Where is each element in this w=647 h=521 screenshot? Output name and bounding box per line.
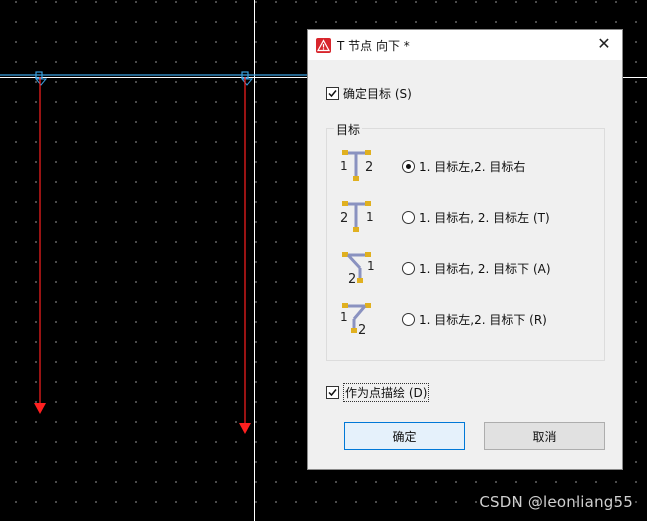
warning-app-icon — [316, 37, 331, 53]
radio-button[interactable] — [402, 210, 415, 224]
checkbox-box[interactable] — [326, 386, 339, 399]
target-option-3[interactable]: 1 2 1. 目标右, 2. 目标下 (A) — [338, 250, 551, 286]
option-label: 1. 目标左,2. 目标右 — [419, 159, 526, 174]
dialog-titlebar[interactable]: T 节点 向下 * ✕ — [308, 30, 622, 60]
svg-text:1: 1 — [340, 310, 348, 324]
checkbox-box[interactable] — [326, 87, 339, 100]
radio-button[interactable] — [402, 261, 415, 275]
draw-as-point-label: 作为点描绘 (D) — [343, 383, 430, 402]
dialog-title: T 节点 向下 * — [337, 38, 410, 53]
close-icon[interactable]: ✕ — [596, 36, 612, 52]
cancel-button[interactable]: 取消 — [484, 422, 605, 450]
svg-text:1: 1 — [340, 159, 348, 173]
junction-left-icon — [34, 78, 48, 86]
t-junction-left-right-icon: 1 2 — [340, 150, 373, 181]
svg-text:1: 1 — [366, 210, 374, 224]
draw-as-point-checkbox[interactable]: 作为点描绘 (D) — [326, 383, 430, 402]
confirm-target-checkbox[interactable]: 确定目标 (S) — [326, 85, 412, 102]
target-group-title: 目标 — [334, 121, 363, 138]
t-junction-right-left-icon: 2 1 — [340, 201, 374, 232]
option-label: 1. 目标右, 2. 目标左 (T) — [419, 210, 550, 225]
svg-text:2: 2 — [358, 323, 366, 337]
radio-button[interactable] — [402, 159, 415, 173]
junction-right-icon — [240, 78, 254, 86]
option-label: 1. 目标左,2. 目标下 (R) — [419, 312, 547, 327]
ok-button[interactable]: 确定 — [344, 422, 465, 450]
confirm-target-label: 确定目标 (S) — [343, 87, 412, 101]
svg-text:2: 2 — [348, 272, 356, 286]
option-label: 1. 目标右, 2. 目标下 (A) — [419, 261, 551, 276]
svg-text:2: 2 — [340, 211, 348, 226]
arrow-down-left-icon — [34, 403, 46, 414]
svg-text:2: 2 — [365, 160, 373, 175]
target-option-4[interactable]: 1 2 1. 目标左,2. 目标下 (R) — [338, 301, 547, 337]
t-node-dialog: T 节点 向下 * ✕ 确定目标 (S) 目标 1 2 1. 目标左,2. 目标… — [307, 29, 623, 470]
radio-button[interactable] — [402, 312, 415, 326]
arrow-down-right-icon — [239, 423, 251, 434]
target-option-2[interactable]: 2 1 1. 目标右, 2. 目标左 (T) — [338, 199, 550, 235]
t-junction-right-down-icon: 1 2 — [342, 252, 375, 286]
t-junction-left-down-icon: 1 2 — [340, 303, 371, 337]
watermark: CSDN @leonliang55 — [479, 493, 633, 511]
target-option-1[interactable]: 1 2 1. 目标左,2. 目标右 — [338, 148, 525, 184]
svg-text:1: 1 — [367, 259, 375, 273]
